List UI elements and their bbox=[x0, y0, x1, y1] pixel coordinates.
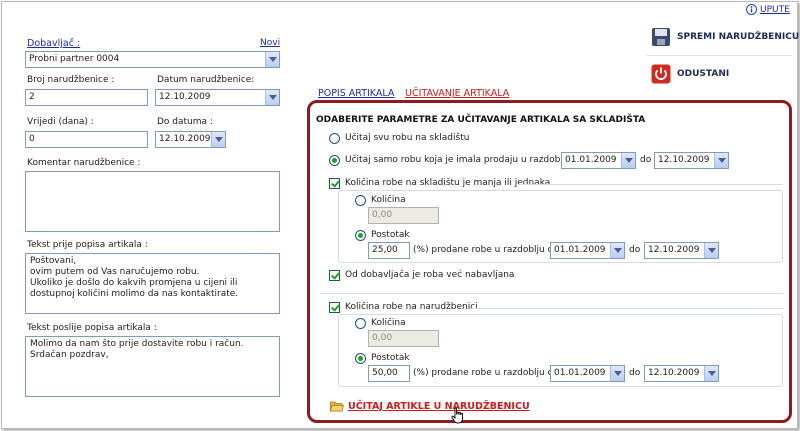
sold-to-picker[interactable]: 12.10.2009 bbox=[654, 152, 729, 169]
ordered-group-divider bbox=[470, 308, 783, 309]
info-icon bbox=[746, 4, 757, 15]
comment-label: Komentar narudžbenice : bbox=[27, 158, 141, 168]
valid-until-label: Do datuma : bbox=[157, 117, 213, 127]
chevron-down-icon bbox=[714, 153, 728, 168]
stock-pct-input[interactable]: 25,00 bbox=[368, 242, 410, 259]
order-date-picker[interactable]: 12.10.2009 bbox=[155, 89, 280, 106]
radio-load-sold-label: Učitaj samo robu koja je imala prodaju u… bbox=[345, 155, 592, 165]
ordered-qty-input[interactable]: 0,00 bbox=[368, 330, 439, 347]
valid-until-picker[interactable]: 12.10.2009 bbox=[155, 131, 226, 148]
chevron-down-icon bbox=[621, 153, 635, 168]
ordered-radio-quantity[interactable] bbox=[355, 318, 366, 329]
sold-from-picker[interactable]: 01.01.2009 bbox=[561, 152, 636, 169]
new-supplier-link[interactable]: Novi bbox=[260, 38, 280, 48]
ordered-from-picker[interactable]: 01.01.2009 bbox=[550, 365, 625, 382]
floppy-disk-icon bbox=[652, 28, 670, 46]
power-icon bbox=[651, 64, 671, 84]
supplier-label[interactable]: Dobavljač : bbox=[27, 38, 80, 49]
folder-open-icon bbox=[330, 401, 344, 412]
stock-pct-label: Postotak bbox=[371, 230, 410, 240]
chevron-down-icon bbox=[704, 366, 718, 381]
text-after-label: Tekst poslije popisa artikala : bbox=[27, 323, 157, 333]
comment-textarea[interactable] bbox=[25, 171, 280, 232]
stock-quantity-checkbox[interactable] bbox=[329, 178, 340, 189]
stock-qty-label: Količina bbox=[371, 195, 406, 205]
radio-load-all-label: Učitaj svu robu na skladištu bbox=[345, 133, 470, 143]
chevron-down-icon bbox=[610, 243, 624, 258]
supplier-purchased-label: Od dobavljača je roba već nabavljana bbox=[345, 270, 515, 280]
supplier-select[interactable]: Probni partner 0004 bbox=[25, 51, 280, 68]
tab-item-list[interactable]: POPIS ARTIKALA bbox=[318, 88, 394, 99]
order-number-input[interactable]: 2 bbox=[25, 89, 148, 106]
loading-panel: ODABERITE PARAMETRE ZA UČITAVANJE ARTIKA… bbox=[307, 100, 792, 424]
help-link[interactable]: UPUTE bbox=[746, 4, 790, 15]
validity-label: Vrijedi (dana) : bbox=[27, 117, 94, 127]
help-label: UPUTE bbox=[760, 4, 790, 15]
save-order-button[interactable]: SPREMI NARUDŽBENICU bbox=[651, 27, 799, 47]
order-number-label: Broj narudžbenice : bbox=[27, 75, 115, 85]
validity-input[interactable]: 0 bbox=[25, 131, 148, 148]
cancel-button[interactable]: ODUSTANI bbox=[651, 64, 729, 84]
stock-qty-input[interactable]: 0,00 bbox=[368, 207, 439, 224]
tab-item-loading[interactable]: UČITAVANJE ARTIKALA bbox=[405, 88, 509, 99]
hand-cursor-icon bbox=[451, 407, 464, 424]
chevron-down-icon bbox=[265, 52, 279, 67]
ordered-to-picker[interactable]: 12.10.2009 bbox=[644, 365, 719, 382]
supplier-purchased-checkbox[interactable] bbox=[329, 270, 340, 281]
load-articles-label: UČITAJ ARTIKLE U NARUDŽBENICU bbox=[348, 400, 530, 412]
ordered-pct-label: Postotak bbox=[371, 353, 410, 363]
text-before-label: Tekst prije popisa artikala : bbox=[27, 240, 148, 250]
chevron-down-icon bbox=[211, 132, 225, 147]
text-after-textarea[interactable]: Molimo da nam što prije dostavite robu i… bbox=[25, 336, 280, 397]
stock-radio-quantity[interactable] bbox=[355, 195, 366, 206]
stock-pct-text: (%) prodane robe u razdoblju od bbox=[413, 245, 559, 255]
chevron-down-icon bbox=[704, 243, 718, 258]
ordered-pct-input[interactable]: 50,00 bbox=[368, 365, 410, 382]
chevron-down-icon bbox=[610, 366, 624, 381]
section-divider bbox=[320, 293, 783, 294]
text-before-textarea[interactable]: Poštovani, ovim putem od Vas naručujemo … bbox=[25, 253, 280, 314]
stock-radio-percent[interactable] bbox=[355, 230, 366, 241]
ordered-radio-percent[interactable] bbox=[355, 353, 366, 364]
panel-title: ODABERITE PARAMETRE ZA UČITAVANJE ARTIKA… bbox=[316, 115, 646, 125]
stock-from-picker[interactable]: 01.01.2009 bbox=[550, 242, 625, 259]
radio-load-all[interactable] bbox=[329, 133, 340, 144]
load-articles-button[interactable]: UČITAJ ARTIKLE U NARUDŽBENICU bbox=[330, 400, 530, 412]
stock-group-divider bbox=[518, 184, 783, 185]
ordered-qty-label: Količina bbox=[371, 318, 406, 328]
radio-load-sold[interactable] bbox=[329, 155, 340, 166]
action-divider bbox=[646, 55, 792, 56]
stock-quantity-label: Količina robe na skladištu je manja ili … bbox=[345, 178, 551, 188]
stock-to-picker[interactable]: 12.10.2009 bbox=[644, 242, 719, 259]
order-date-label: Datum narudžbenice: bbox=[157, 75, 255, 85]
ordered-pct-text: (%) prodane robe u razdoblju od bbox=[413, 368, 559, 378]
ordered-quantity-checkbox[interactable] bbox=[329, 302, 340, 313]
ordered-quantity-label: Količina robe na narudžbenici bbox=[345, 302, 478, 312]
chevron-down-icon bbox=[265, 90, 279, 105]
